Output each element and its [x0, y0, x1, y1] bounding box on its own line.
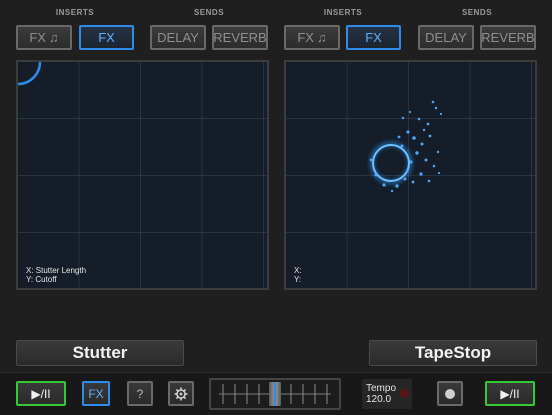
crossfader-handle[interactable] [269, 382, 281, 406]
right-reverb-label: REVERB [481, 30, 535, 45]
right-play-pause-button[interactable]: ▶/II [485, 381, 535, 406]
left-fx-label: FX [98, 30, 115, 45]
touch-arc-indicator [18, 62, 42, 86]
fx-toggle-label: FX [88, 386, 104, 401]
gear-icon [174, 387, 188, 400]
right-pad-y-label: Y: [294, 275, 302, 284]
right-pad-x-label: X: [294, 266, 302, 275]
right-reverb-button[interactable]: REVERB [480, 25, 536, 50]
left-pad-x-label: X: Stutter Length [26, 266, 87, 275]
play-pause-icon: ▶/II [500, 386, 520, 401]
left-fx-music-button[interactable]: FX ♫ [16, 25, 72, 50]
transport-bar: ▶/II FX ? Tempo 120.0 ▶/II [0, 372, 552, 415]
right-sends-label: SENDS [461, 8, 493, 17]
fx-toggle-button[interactable]: FX [82, 381, 110, 406]
left-sends-label: SENDS [193, 8, 225, 17]
left-delay-button[interactable]: DELAY [150, 25, 206, 50]
right-delay-label: DELAY [425, 30, 467, 45]
right-effect-name-button[interactable]: TapeStop [369, 340, 537, 366]
right-fx-label: FX [365, 30, 382, 45]
left-effect-name: Stutter [72, 343, 128, 362]
record-button[interactable] [437, 381, 463, 406]
left-xy-pad[interactable]: X: Stutter Length Y: Cutoff [16, 60, 269, 290]
left-play-pause-button[interactable]: ▶/II [16, 381, 66, 406]
settings-button[interactable] [168, 381, 194, 406]
right-inserts-label: INSERTS [323, 8, 363, 17]
music-note-icon: ♫ [316, 30, 327, 45]
right-xy-pad[interactable]: X: Y: [284, 60, 537, 290]
crossfader-handle-marker [274, 382, 276, 406]
left-delay-label: DELAY [157, 30, 199, 45]
left-pad-y-label: Y: Cutoff [26, 275, 57, 284]
record-icon [445, 388, 455, 399]
right-effect-name: TapeStop [414, 343, 492, 362]
right-fx-button[interactable]: FX [346, 25, 401, 50]
play-pause-icon: ▶/II [31, 386, 51, 401]
right-delay-button[interactable]: DELAY [418, 25, 474, 50]
tempo-tap-indicator [400, 389, 409, 398]
crossfader[interactable] [209, 378, 341, 410]
left-effect-name-button[interactable]: Stutter [16, 340, 184, 366]
tempo-display[interactable]: Tempo 120.0 [362, 379, 412, 409]
left-fx-button[interactable]: FX [79, 25, 134, 50]
help-button[interactable]: ? [127, 381, 153, 406]
left-reverb-label: REVERB [213, 30, 267, 45]
music-note-icon: ♫ [48, 30, 59, 45]
help-label: ? [136, 386, 144, 401]
left-fx-music-label: FX [29, 30, 46, 45]
right-fx-music-label: FX [297, 30, 314, 45]
tempo-value: 120.0 [366, 394, 392, 405]
right-fx-music-button[interactable]: FX ♫ [284, 25, 340, 50]
tempo-label: Tempo [366, 383, 397, 394]
touch-ring-indicator [369, 100, 443, 193]
left-inserts-label: INSERTS [55, 8, 95, 17]
left-reverb-button[interactable]: REVERB [212, 25, 268, 50]
